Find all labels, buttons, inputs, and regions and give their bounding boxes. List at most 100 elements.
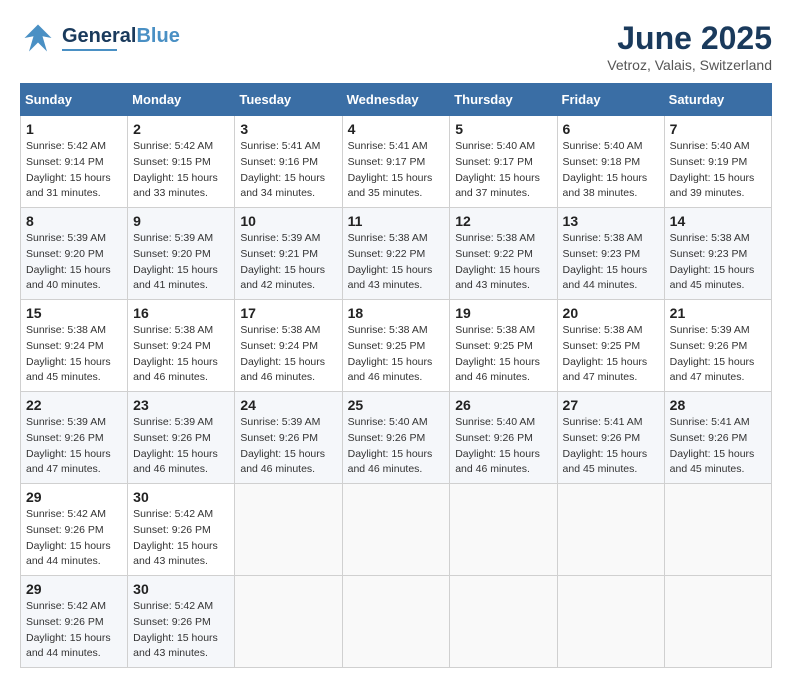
day-number: 21 [670, 305, 766, 321]
day-info: Sunrise: 5:42 AMSunset: 9:15 PMDaylight:… [133, 139, 229, 202]
header-wednesday: Wednesday [342, 84, 450, 116]
table-row: 2 Sunrise: 5:42 AMSunset: 9:15 PMDaylight… [128, 116, 235, 208]
day-number: 30 [133, 581, 229, 597]
day-number: 2 [133, 121, 229, 137]
day-info: Sunrise: 5:38 AMSunset: 9:23 PMDaylight:… [670, 231, 766, 294]
day-number: 28 [670, 397, 766, 413]
title-area: June 2025 Vetroz, Valais, Switzerland [607, 20, 772, 73]
table-row [235, 576, 342, 668]
day-number: 29 [26, 489, 122, 505]
table-row: 13 Sunrise: 5:38 AMSunset: 9:23 PMDayligh… [557, 208, 664, 300]
table-row: 19 Sunrise: 5:38 AMSunset: 9:25 PMDayligh… [450, 300, 557, 392]
table-row: 18 Sunrise: 5:38 AMSunset: 9:25 PMDayligh… [342, 300, 450, 392]
day-info: Sunrise: 5:38 AMSunset: 9:22 PMDaylight:… [348, 231, 445, 294]
day-number: 3 [240, 121, 336, 137]
day-number: 13 [563, 213, 659, 229]
logo-line2: Blue [136, 25, 179, 47]
day-info: Sunrise: 5:38 AMSunset: 9:24 PMDaylight:… [26, 323, 122, 386]
table-row [450, 576, 557, 668]
day-number: 20 [563, 305, 659, 321]
table-row: 30 Sunrise: 5:42 AMSunset: 9:26 PMDayligh… [128, 576, 235, 668]
table-row: 3 Sunrise: 5:41 AMSunset: 9:16 PMDaylight… [235, 116, 342, 208]
table-row: 1Sunrise: 5:42 AMSunset: 9:14 PMDaylight… [21, 116, 128, 208]
logo-icon [20, 20, 56, 56]
day-number: 17 [240, 305, 336, 321]
day-number: 14 [670, 213, 766, 229]
day-number: 23 [133, 397, 229, 413]
day-info: Sunrise: 5:38 AMSunset: 9:25 PMDaylight:… [563, 323, 659, 386]
day-info: Sunrise: 5:39 AMSunset: 9:26 PMDaylight:… [240, 415, 336, 478]
table-row [450, 484, 557, 576]
day-info: Sunrise: 5:41 AMSunset: 9:17 PMDaylight:… [348, 139, 445, 202]
day-number: 29 [26, 581, 122, 597]
day-info: Sunrise: 5:40 AMSunset: 9:18 PMDaylight:… [563, 139, 659, 202]
day-info: Sunrise: 5:40 AMSunset: 9:26 PMDaylight:… [455, 415, 551, 478]
day-number: 24 [240, 397, 336, 413]
header-saturday: Saturday [664, 84, 771, 116]
logo-line1: General [62, 25, 136, 47]
calendar-table: Sunday Monday Tuesday Wednesday Thursday… [20, 83, 772, 668]
day-number: 30 [133, 489, 229, 505]
day-info: Sunrise: 5:40 AMSunset: 9:17 PMDaylight:… [455, 139, 551, 202]
day-info: Sunrise: 5:39 AMSunset: 9:26 PMDaylight:… [26, 415, 122, 478]
table-row: 27Sunrise: 5:41 AMSunset: 9:26 PMDayligh… [557, 392, 664, 484]
table-row [342, 576, 450, 668]
table-row: 16 Sunrise: 5:38 AMSunset: 9:24 PMDayligh… [128, 300, 235, 392]
table-row: 9 Sunrise: 5:39 AMSunset: 9:20 PMDaylight… [128, 208, 235, 300]
header: GeneralBlue June 2025 Vetroz, Valais, Sw… [20, 20, 772, 73]
day-info: Sunrise: 5:38 AMSunset: 9:24 PMDaylight:… [133, 323, 229, 386]
week-row: 15 Sunrise: 5:38 AMSunset: 9:24 PMDayligh… [21, 300, 772, 392]
table-row: 28Sunrise: 5:41 AMSunset: 9:26 PMDayligh… [664, 392, 771, 484]
logo: GeneralBlue [20, 20, 180, 56]
logo-text-block: GeneralBlue [62, 25, 180, 51]
day-info: Sunrise: 5:39 AMSunset: 9:20 PMDaylight:… [133, 231, 229, 294]
table-row: 17 Sunrise: 5:38 AMSunset: 9:24 PMDayligh… [235, 300, 342, 392]
table-row: 23 Sunrise: 5:39 AMSunset: 9:26 PMDayligh… [128, 392, 235, 484]
day-info: Sunrise: 5:38 AMSunset: 9:24 PMDaylight:… [240, 323, 336, 386]
table-row [557, 484, 664, 576]
day-number: 15 [26, 305, 122, 321]
table-row: 4Sunrise: 5:41 AMSunset: 9:17 PMDaylight… [342, 116, 450, 208]
day-info: Sunrise: 5:42 AMSunset: 9:26 PMDaylight:… [133, 507, 229, 570]
table-row [664, 576, 771, 668]
day-number: 27 [563, 397, 659, 413]
day-number: 6 [563, 121, 659, 137]
day-number: 7 [670, 121, 766, 137]
day-info: Sunrise: 5:39 AMSunset: 9:20 PMDaylight:… [26, 231, 122, 294]
day-number: 19 [455, 305, 551, 321]
table-row: 7 Sunrise: 5:40 AMSunset: 9:19 PMDaylight… [664, 116, 771, 208]
logo-underline [62, 49, 117, 51]
table-row: 6 Sunrise: 5:40 AMSunset: 9:18 PMDaylight… [557, 116, 664, 208]
table-row: 22 Sunrise: 5:39 AMSunset: 9:26 PMDayligh… [21, 392, 128, 484]
header-monday: Monday [128, 84, 235, 116]
day-number: 9 [133, 213, 229, 229]
day-number: 8 [26, 213, 122, 229]
day-info: Sunrise: 5:38 AMSunset: 9:22 PMDaylight:… [455, 231, 551, 294]
day-info: Sunrise: 5:38 AMSunset: 9:23 PMDaylight:… [563, 231, 659, 294]
table-row [664, 484, 771, 576]
day-number: 22 [26, 397, 122, 413]
day-info: Sunrise: 5:42 AMSunset: 9:26 PMDaylight:… [133, 599, 229, 662]
table-row: 20 Sunrise: 5:38 AMSunset: 9:25 PMDayligh… [557, 300, 664, 392]
days-header-row: Sunday Monday Tuesday Wednesday Thursday… [21, 84, 772, 116]
day-info: Sunrise: 5:42 AMSunset: 9:26 PMDaylight:… [26, 599, 122, 662]
day-info: Sunrise: 5:38 AMSunset: 9:25 PMDaylight:… [348, 323, 445, 386]
day-info: Sunrise: 5:42 AMSunset: 9:26 PMDaylight:… [26, 507, 122, 570]
header-sunday: Sunday [21, 84, 128, 116]
day-info: Sunrise: 5:40 AMSunset: 9:26 PMDaylight:… [348, 415, 445, 478]
table-row [235, 484, 342, 576]
day-info: Sunrise: 5:39 AMSunset: 9:26 PMDaylight:… [133, 415, 229, 478]
day-info: Sunrise: 5:39 AMSunset: 9:26 PMDaylight:… [670, 323, 766, 386]
day-number: 18 [348, 305, 445, 321]
day-number: 10 [240, 213, 336, 229]
day-info: Sunrise: 5:41 AMSunset: 9:16 PMDaylight:… [240, 139, 336, 202]
header-friday: Friday [557, 84, 664, 116]
table-row: 10Sunrise: 5:39 AMSunset: 9:21 PMDayligh… [235, 208, 342, 300]
day-info: Sunrise: 5:38 AMSunset: 9:25 PMDaylight:… [455, 323, 551, 386]
day-info: Sunrise: 5:40 AMSunset: 9:19 PMDaylight:… [670, 139, 766, 202]
table-row: 21 Sunrise: 5:39 AMSunset: 9:26 PMDayligh… [664, 300, 771, 392]
week-row: 1Sunrise: 5:42 AMSunset: 9:14 PMDaylight… [21, 116, 772, 208]
day-number: 12 [455, 213, 551, 229]
table-row [342, 484, 450, 576]
day-number: 16 [133, 305, 229, 321]
